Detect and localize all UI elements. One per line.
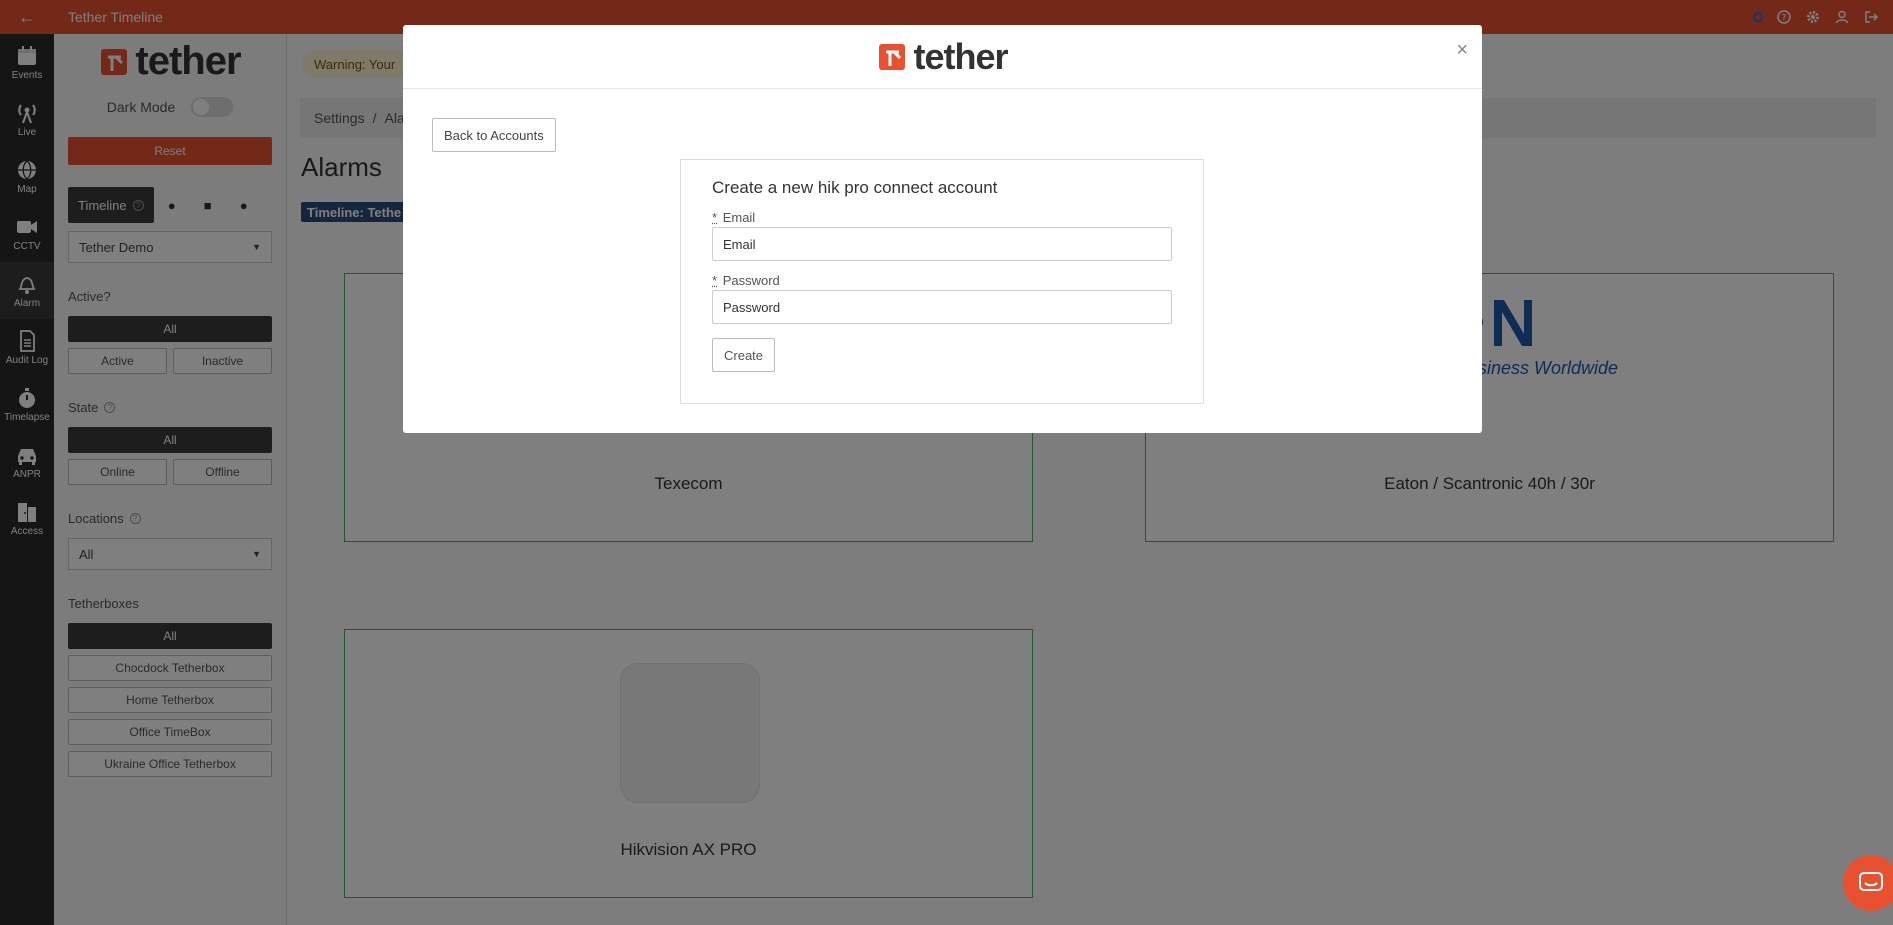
tether-logo: tether (877, 36, 1007, 78)
create-account-form: Create a new hik pro connect account * E… (680, 159, 1204, 404)
required-mark: * (712, 273, 717, 288)
modal-header: tether × (403, 25, 1482, 89)
password-label-text: Password (723, 273, 780, 288)
create-account-modal: tether × Back to Accounts Create a new h… (403, 25, 1482, 433)
tether-logo-icon (877, 42, 907, 72)
create-button[interactable]: Create (712, 338, 775, 372)
chat-widget[interactable] (1843, 855, 1893, 911)
required-mark: * (712, 210, 717, 225)
password-field[interactable] (712, 290, 1172, 324)
email-label-text: Email (723, 210, 756, 225)
back-to-accounts-button[interactable]: Back to Accounts (432, 118, 556, 152)
logo-text: tether (913, 36, 1007, 78)
email-label: * Email (712, 210, 1172, 225)
close-icon[interactable]: × (1456, 39, 1468, 62)
password-label: * Password (712, 273, 1172, 288)
form-title: Create a new hik pro connect account (712, 178, 1172, 198)
chat-icon (1858, 871, 1884, 895)
email-field[interactable] (712, 227, 1172, 261)
